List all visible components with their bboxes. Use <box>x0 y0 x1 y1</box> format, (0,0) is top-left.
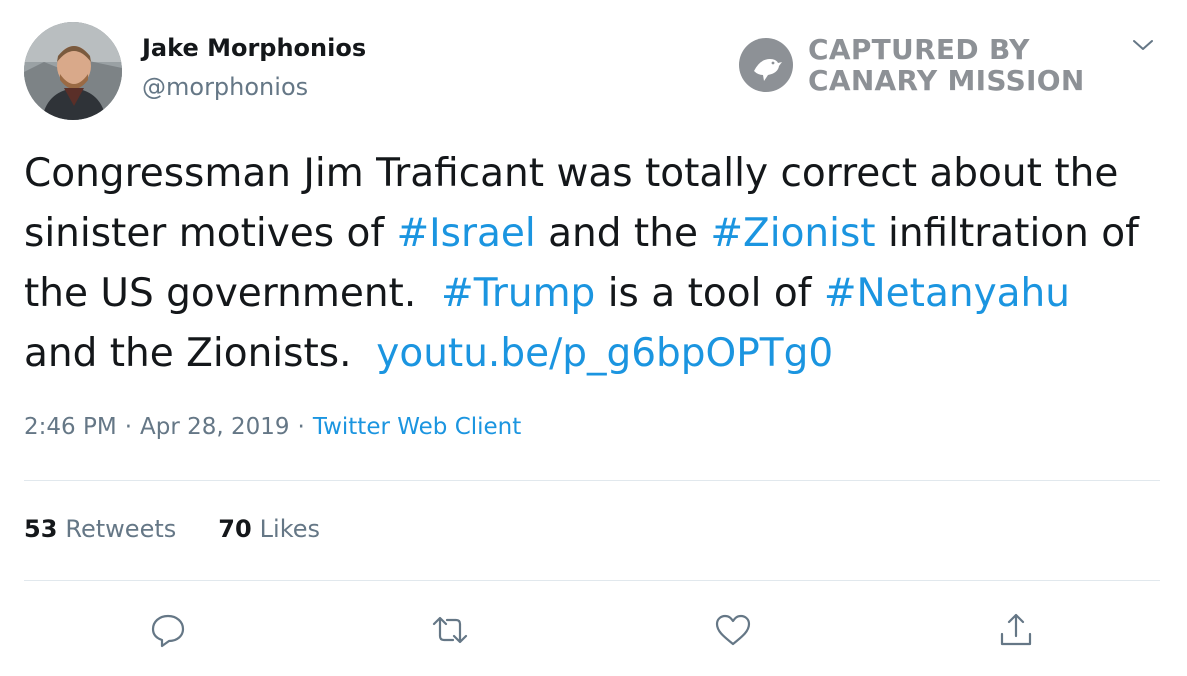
tweet-card: Jake Morphonios @morphonios CAPTURED BY … <box>0 0 1187 676</box>
tweet-text-segment: is a tool of <box>595 271 824 316</box>
avatar[interactable] <box>24 22 122 120</box>
tweet-text-segment: Congressman Jim Traficant was totally co… <box>24 151 1119 196</box>
likes-stat[interactable]: 70 Likes <box>218 515 320 543</box>
hashtag-link[interactable]: #Trump <box>441 271 595 316</box>
heart-icon <box>715 614 751 646</box>
display-name[interactable]: Jake Morphonios <box>142 34 366 62</box>
tweet-text-line: Congressman Jim Traficant was totally co… <box>24 144 1174 204</box>
canary-bird-icon <box>738 37 794 93</box>
tweet-text-segment: and the Zionists. <box>24 331 377 376</box>
share-icon <box>1000 613 1032 646</box>
share-button[interactable] <box>996 610 1036 650</box>
tweet-stats: 53 Retweets 70 Likes <box>24 515 362 543</box>
tweet-text: Congressman Jim Traficant was totally co… <box>24 144 1174 384</box>
retweet-button[interactable] <box>430 610 470 650</box>
retweet-icon <box>432 616 468 644</box>
tweet-text-line: and the Zionists. youtu.be/p_g6bpOPTg0 <box>24 324 1174 384</box>
hashtag-link[interactable]: #Israel <box>397 211 536 256</box>
user-handle[interactable]: @morphonios <box>142 73 308 101</box>
meta-separator: · <box>124 414 132 440</box>
likes-label: Likes <box>259 515 321 543</box>
tweet-source-link[interactable]: Twitter Web Client <box>313 414 521 440</box>
tweet-text-segment: and the <box>535 211 711 256</box>
hashtag-link[interactable]: #Netanyahu <box>824 271 1070 316</box>
retweets-stat[interactable]: 53 Retweets <box>24 515 176 543</box>
tweet-text-line: the US government. #Trump is a tool of #… <box>24 264 1174 324</box>
tweet-time[interactable]: 2:46 PM <box>24 414 117 440</box>
hashtag-link[interactable]: #Zionist <box>710 211 875 256</box>
retweets-count: 53 <box>24 515 58 543</box>
tweet-text-segment: sinister motives of <box>24 211 397 256</box>
tweet-text-segment: the US government. <box>24 271 442 316</box>
like-button[interactable] <box>713 610 753 650</box>
divider <box>24 580 1160 581</box>
tweet-date[interactable]: Apr 28, 2019 <box>140 414 290 440</box>
divider <box>24 480 1160 481</box>
chevron-down-icon[interactable] <box>1130 34 1156 56</box>
retweets-label: Retweets <box>65 515 177 543</box>
watermark-line1: CAPTURED BY <box>808 33 1030 66</box>
tweet-text-segment: infiltration of <box>875 211 1139 256</box>
tweet-text-line: sinister motives of #Israel and the #Zio… <box>24 204 1174 264</box>
meta-separator: · <box>297 414 305 440</box>
reply-icon <box>151 614 185 648</box>
url-link[interactable]: youtu.be/p_g6bpOPTg0 <box>376 331 833 376</box>
watermark-line2: CANARY MISSION <box>808 64 1085 97</box>
tweet-meta: 2:46 PM · Apr 28, 2019 · Twitter Web Client <box>24 414 521 440</box>
canary-mission-watermark: CAPTURED BY CANARY MISSION <box>738 33 1085 97</box>
likes-count: 70 <box>218 515 252 543</box>
reply-button[interactable] <box>148 610 188 650</box>
